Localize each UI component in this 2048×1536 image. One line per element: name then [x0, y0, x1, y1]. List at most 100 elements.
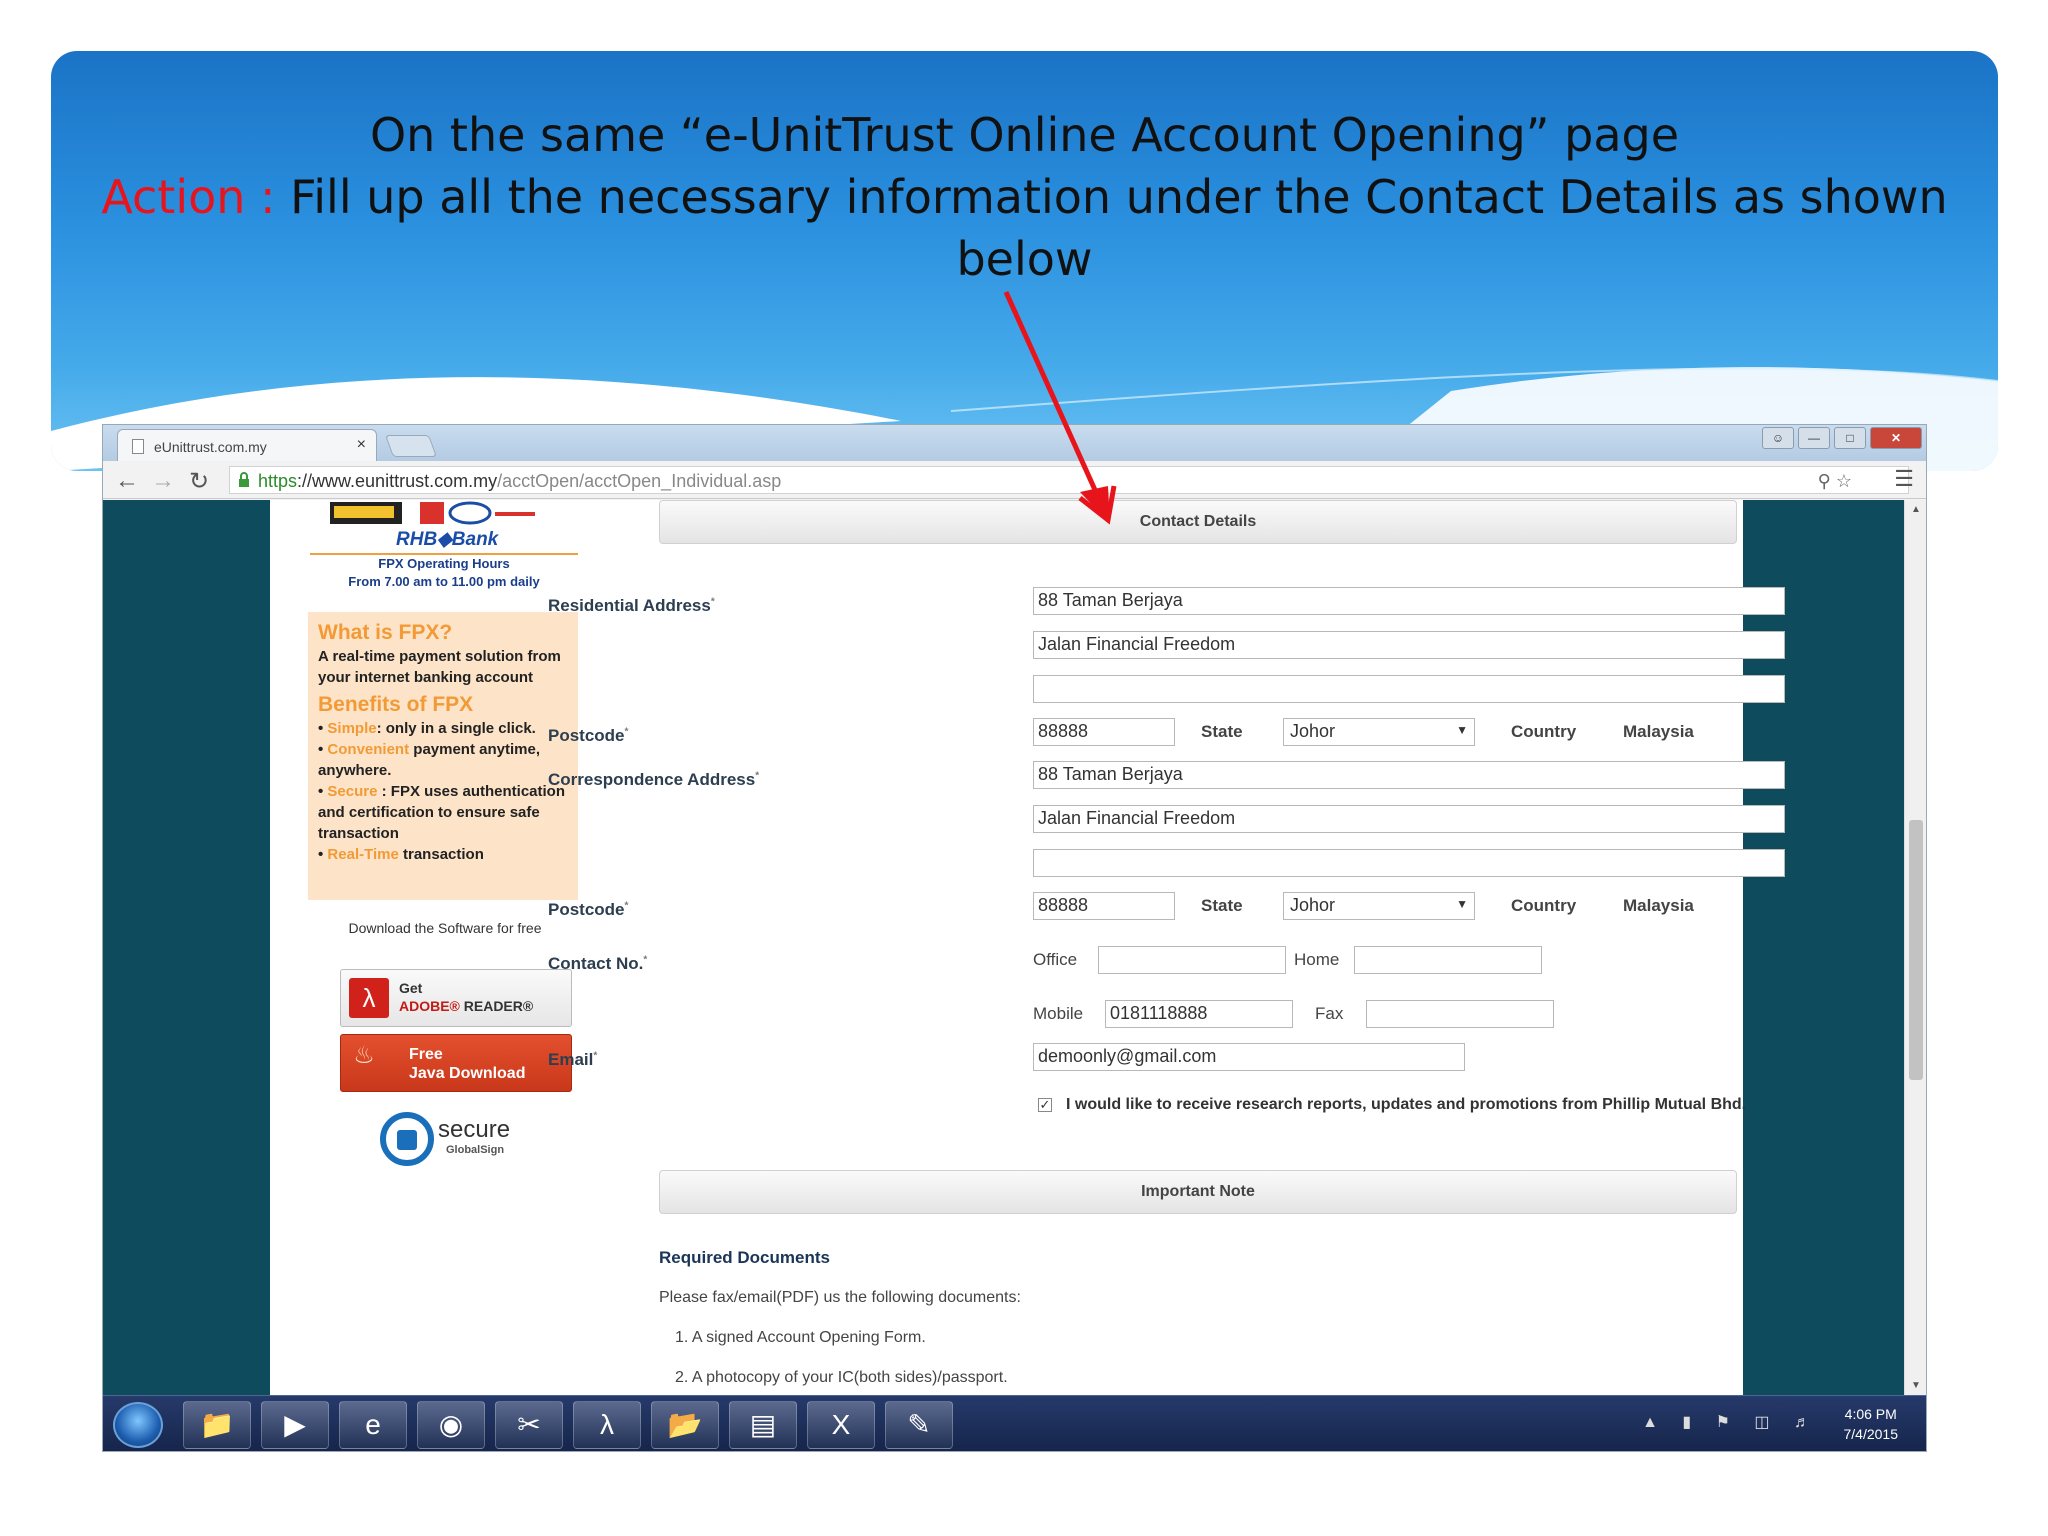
- vertical-scrollbar[interactable]: ▲ ▼: [1904, 500, 1926, 1395]
- scroll-thumb[interactable]: [1909, 820, 1923, 1080]
- correspondence-address-text: Correspondence Address: [548, 770, 756, 789]
- fpx-hours-time: From 7.00 am to 11.00 pm daily: [348, 574, 540, 589]
- paint-icon[interactable]: ✎: [885, 1401, 953, 1449]
- email-input[interactable]: demoonly@gmail.com: [1033, 1043, 1465, 1071]
- benefits-heading: Benefits of FPX: [318, 693, 474, 716]
- benefit-key: Simple: [327, 720, 377, 737]
- maximize-button[interactable]: □: [1834, 427, 1866, 449]
- forward-icon[interactable]: →: [151, 467, 175, 495]
- slide: On the same “e-UnitTrust Online Account …: [0, 0, 2048, 1536]
- consent-checkbox[interactable]: ✓: [1038, 1098, 1052, 1112]
- benefit-item: • Convenient payment anytime, anywhere.: [318, 741, 540, 779]
- bookmark-star-icon[interactable]: ☆: [1836, 471, 1852, 491]
- url-input[interactable]: https://www.eunittrust.com.my/acctOpen/a…: [229, 466, 1909, 494]
- system-tray-icons[interactable]: ▲ ▮ ⚑ ◫ ♬: [1642, 1412, 1820, 1432]
- benefit-key: Convenient: [327, 741, 410, 758]
- mobile-phone-input[interactable]: 0181118888: [1105, 1000, 1293, 1028]
- reload-icon[interactable]: ↻: [189, 467, 209, 496]
- what-is-fpx-heading: What is FPX?: [318, 621, 453, 644]
- url-scheme: https: [258, 471, 298, 491]
- ssl-secure-badge[interactable]: secure GlobalSign: [380, 1112, 540, 1172]
- back-icon[interactable]: ←: [115, 467, 139, 495]
- benefit-item: • Real-Time transaction: [318, 846, 484, 863]
- correspondence-state-select[interactable]: Johor ▼: [1283, 892, 1475, 920]
- contact-details-header: Contact Details: [659, 500, 1737, 544]
- page-viewport: RHB◆Bank FPX Operating Hours From 7.00 a…: [103, 500, 1906, 1395]
- internet-explorer-icon[interactable]: e: [339, 1401, 407, 1449]
- residential-state-select[interactable]: Johor ▼: [1283, 718, 1475, 746]
- office-phone-input[interactable]: [1098, 946, 1286, 974]
- folder-icon[interactable]: 📂: [651, 1401, 719, 1449]
- file-explorer-icon[interactable]: 📁: [183, 1401, 251, 1449]
- residential-address-line-2[interactable]: Jalan Financial Freedom: [1033, 631, 1785, 659]
- taskbar-clock[interactable]: 4:06 PM 7/4/2015: [1844, 1404, 1899, 1444]
- residential-address-line-1[interactable]: 88 Taman Berjaya: [1033, 587, 1785, 615]
- java-download-button[interactable]: ♨ Free Java Download: [340, 1034, 572, 1092]
- residential-postcode-input[interactable]: 88888: [1033, 718, 1175, 746]
- url-host: ://www.eunittrust.com.my: [297, 471, 498, 491]
- adobe-brand: ADOBE®: [399, 998, 460, 1014]
- home-phone-input[interactable]: [1354, 946, 1542, 974]
- fax-input[interactable]: [1366, 1000, 1554, 1028]
- required-documents-intro: Please fax/email(PDF) us the following d…: [659, 1289, 1021, 1306]
- browser-tab[interactable]: eUnittrust.com.my ×: [117, 429, 377, 461]
- adobe-reader-label: ADOBE® READER®: [399, 998, 533, 1014]
- correspondence-address-line-1[interactable]: 88 Taman Berjaya: [1033, 761, 1785, 789]
- fpx-description: A real-time payment solution from your i…: [318, 648, 561, 686]
- correspondence-state-label: State: [1201, 896, 1243, 915]
- zoom-icon[interactable]: ⚲: [1818, 471, 1831, 491]
- residential-address-line-3[interactable]: [1033, 675, 1785, 703]
- user-icon[interactable]: ☺: [1762, 427, 1794, 449]
- important-note-header: Important Note: [659, 1170, 1737, 1214]
- minimize-button[interactable]: —: [1798, 427, 1830, 449]
- postcode-text: Postcode: [548, 900, 625, 919]
- email-label: Email*: [548, 1050, 598, 1069]
- menu-icon[interactable]: ☰: [1894, 466, 1914, 492]
- new-tab-button[interactable]: [384, 435, 438, 457]
- correspondence-postcode-input[interactable]: 88888: [1033, 892, 1175, 920]
- scroll-up-icon[interactable]: ▲: [1911, 504, 1921, 515]
- scroll-down-icon[interactable]: ▼: [1911, 1380, 1921, 1391]
- correspondence-country-value: Malaysia: [1623, 896, 1694, 915]
- page-icon: [132, 439, 144, 454]
- web-page: RHB◆Bank FPX Operating Hours From 7.00 a…: [270, 500, 1785, 1395]
- correspondence-address-label: Correspondence Address*: [548, 770, 760, 789]
- clock-time: 4:06 PM: [1844, 1406, 1897, 1422]
- contact-no-label: Contact No.*: [548, 954, 648, 973]
- benefit-item: • Secure : FPX uses authentication and c…: [318, 783, 565, 842]
- correspondence-country-label: Country: [1511, 896, 1577, 915]
- heading-line-2: Action : Fill up all the necessary infor…: [51, 166, 1998, 290]
- correspondence-address-line-2[interactable]: Jalan Financial Freedom: [1033, 805, 1785, 833]
- excel-icon[interactable]: X: [807, 1401, 875, 1449]
- clock-date: 7/4/2015: [1843, 1426, 1899, 1442]
- tab-bar: eUnittrust.com.my × ☺ — □ ✕: [103, 425, 1926, 461]
- java-free-label: Free: [409, 1046, 443, 1063]
- residential-state-label: State: [1201, 722, 1243, 741]
- adobe-reader-icon[interactable]: λ: [573, 1401, 641, 1449]
- slide-heading: On the same “e-UnitTrust Online Account …: [51, 104, 1998, 290]
- close-tab-icon[interactable]: ×: [357, 436, 366, 454]
- address-bar: ← → ↻ https://www.eunittrust.com.my/acct…: [103, 461, 1926, 499]
- home-label: Home: [1294, 950, 1340, 969]
- required-document-item: 1. A signed Account Opening Form.: [675, 1329, 926, 1346]
- fpx-info-box: What is FPX? A real-time payment solutio…: [308, 612, 578, 900]
- windows-taskbar: 📁 ▶ e ◉ ✂ λ 📂 ▤ X ✎ ▲ ▮ ⚑ ◫ ♬ 4:06 PM 7/…: [103, 1395, 1926, 1451]
- dropdown-caret-icon: ▼: [1456, 897, 1468, 911]
- media-player-icon[interactable]: ▶: [261, 1401, 329, 1449]
- notepad-icon[interactable]: ▤: [729, 1401, 797, 1449]
- dropdown-caret-icon: ▼: [1456, 723, 1468, 737]
- benefit-key: Real-Time: [327, 846, 399, 863]
- window-controls: ☺ — □ ✕: [1762, 427, 1922, 451]
- close-window-button[interactable]: ✕: [1870, 427, 1922, 449]
- url-text: https://www.eunittrust.com.my/acctOpen/a…: [258, 471, 781, 492]
- chrome-icon[interactable]: ◉: [417, 1401, 485, 1449]
- snipping-tool-icon[interactable]: ✂: [495, 1401, 563, 1449]
- correspondence-address-line-3[interactable]: [1033, 849, 1785, 877]
- postcode-text: Postcode: [548, 726, 625, 745]
- url-path: /acctOpen/acctOpen_Individual.asp: [497, 471, 782, 491]
- start-button[interactable]: [113, 1402, 163, 1448]
- get-adobe-reader-button[interactable]: λ Get ADOBE® READER®: [340, 969, 572, 1027]
- action-text: Fill up all the necessary information un…: [290, 170, 1948, 286]
- benefit-text: : only in a single click.: [376, 720, 536, 737]
- residential-country-value: Malaysia: [1623, 722, 1694, 741]
